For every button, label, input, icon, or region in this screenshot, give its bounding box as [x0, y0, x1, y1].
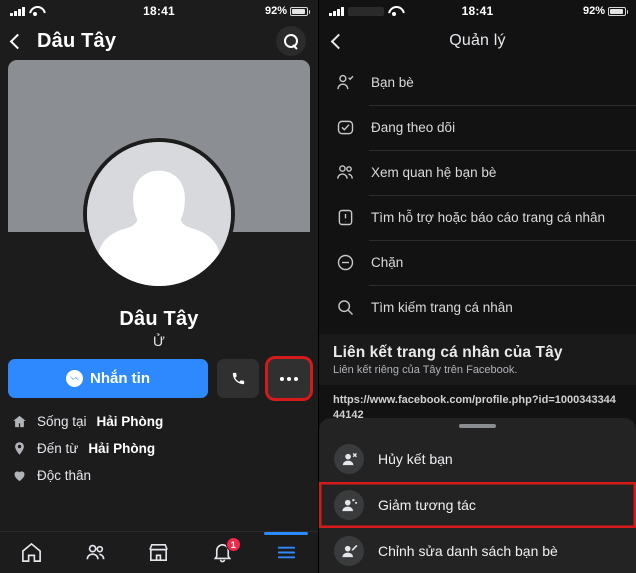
manage-nav-bar: Quản lý [319, 22, 636, 60]
phone-icon [232, 372, 244, 385]
default-female-avatar-icon [87, 142, 231, 286]
menu-icon [277, 546, 295, 559]
info-from-value: Hải Phòng [88, 441, 156, 456]
pin-icon [15, 442, 24, 455]
notification-badge: 1 [225, 537, 241, 552]
status-bar-left: 18:41 92% [0, 0, 318, 22]
search-icon [284, 34, 298, 48]
sheet-item-reduce-interaction[interactable]: Giảm tương tác [319, 482, 636, 528]
chevron-left-icon[interactable] [9, 33, 26, 49]
sheet-item-unfriend[interactable]: Hủy kết bạn [319, 436, 636, 482]
manage-title: Quản lý [449, 32, 506, 49]
message-button[interactable]: Nhắn tin [8, 359, 208, 398]
manage-screen: 18:41 92% Quản lý Bạn bè Đang theo dõi X… [318, 0, 636, 573]
status-time: 18:41 [143, 4, 175, 18]
menu-item-label: Tìm kiếm trang cá nhân [371, 300, 513, 315]
sheet-item-edit-friend-list[interactable]: Chỉnh sửa danh sách bạn bè [319, 528, 636, 573]
tab-marketplace[interactable] [127, 532, 191, 573]
sheet-item-label: Chỉnh sửa danh sách bạn bè [378, 543, 558, 559]
avatar[interactable] [83, 138, 235, 290]
profile-link-description: Liên kết riêng của Tây trên Facebook. [333, 364, 518, 376]
more-options-button[interactable] [268, 359, 310, 398]
menu-item-search-profile[interactable]: Tìm kiếm trang cá nhân [333, 285, 636, 330]
tab-notifications[interactable]: 1 [191, 532, 255, 573]
menu-item-label: Xem quan hệ bạn bè [371, 165, 497, 180]
block-icon [333, 252, 357, 273]
person-remove-icon [334, 444, 364, 474]
person-check-icon [333, 72, 357, 93]
info-relationship-value: Độc thân [37, 468, 92, 483]
messenger-icon [66, 370, 83, 387]
menu-item-friends[interactable]: Bạn bè [333, 60, 636, 105]
menu-item-label: Tìm hỗ trợ hoặc báo cáo trang cá nhân [371, 210, 605, 225]
profile-name: Dâu Tây [119, 308, 199, 330]
following-icon [333, 117, 357, 138]
status-bar-right: 18:41 92% [319, 0, 636, 22]
person-snooze-icon [334, 490, 364, 520]
profile-subtitle: Ử [153, 333, 165, 349]
info-row-from[interactable]: Đến từ Hải Phòng [12, 435, 306, 462]
heart-icon [14, 471, 25, 482]
menu-item-report[interactable]: Tìm hỗ trợ hoặc báo cáo trang cá nhân [333, 195, 636, 240]
person-edit-icon [334, 536, 364, 566]
dual-screenshot: 18:41 92% Dâu Tây Dâu Tây Ử Nhắn tin Sốn… [0, 0, 636, 573]
menu-item-see-friendship[interactable]: Xem quan hệ bạn bè [333, 150, 636, 195]
sheet-item-label: Giảm tương tác [378, 497, 476, 513]
menu-item-block[interactable]: Chặn [333, 240, 636, 285]
bottom-sheet: Hủy kết bạn Giảm tương tác Chỉnh sửa dan… [319, 418, 636, 573]
friends-icon [86, 544, 105, 560]
info-lives-in-value: Hải Phòng [96, 414, 164, 429]
menu-item-label: Đang theo dõi [371, 120, 456, 135]
status-time: 18:41 [461, 4, 494, 18]
info-row-lives-in[interactable]: Sống tại Hải Phòng [12, 408, 306, 435]
profile-nav-bar: Dâu Tây [0, 22, 318, 60]
menu-item-following[interactable]: Đang theo dõi [333, 105, 636, 150]
profile-screen: 18:41 92% Dâu Tây Dâu Tây Ử Nhắn tin Sốn… [0, 0, 318, 573]
profile-link-section: Liên kết trang cá nhân của Tây Liên kết … [319, 334, 636, 385]
profile-action-bar: Nhắn tin [0, 349, 318, 398]
search-button[interactable] [276, 26, 306, 56]
bottom-navigation: 1 [0, 531, 318, 573]
battery-icon [608, 6, 628, 16]
info-lives-in-prefix: Sống tại [37, 414, 87, 429]
info-row-relationship[interactable]: Độc thân [12, 462, 306, 489]
home-icon [22, 542, 42, 562]
marketplace-icon [149, 544, 169, 561]
page-title: Dâu Tây [37, 29, 117, 52]
search-icon [333, 297, 357, 318]
profile-info-list: Sống tại Hải Phòng Đến từ Hải Phòng Độc … [0, 398, 318, 489]
home-icon [13, 415, 26, 428]
report-icon [333, 207, 357, 228]
people-icon [333, 162, 357, 183]
sheet-drag-handle[interactable] [459, 424, 496, 428]
more-horizontal-icon [280, 376, 298, 381]
battery-icon [290, 6, 310, 16]
tab-friends[interactable] [64, 532, 128, 573]
info-from-prefix: Đến từ [37, 441, 79, 456]
menu-item-label: Bạn bè [371, 75, 414, 90]
call-button[interactable] [217, 359, 259, 398]
manage-menu-list: Bạn bè Đang theo dõi Xem quan hệ bạn bè … [319, 60, 636, 330]
cover-photo-area [0, 60, 318, 290]
sheet-item-label: Hủy kết bạn [378, 451, 453, 467]
tab-menu[interactable] [254, 532, 318, 573]
menu-item-label: Chặn [371, 255, 404, 270]
message-button-label: Nhắn tin [90, 370, 150, 387]
profile-link-title: Liên kết trang cá nhân của Tây [333, 344, 563, 361]
tab-home[interactable] [0, 532, 64, 573]
